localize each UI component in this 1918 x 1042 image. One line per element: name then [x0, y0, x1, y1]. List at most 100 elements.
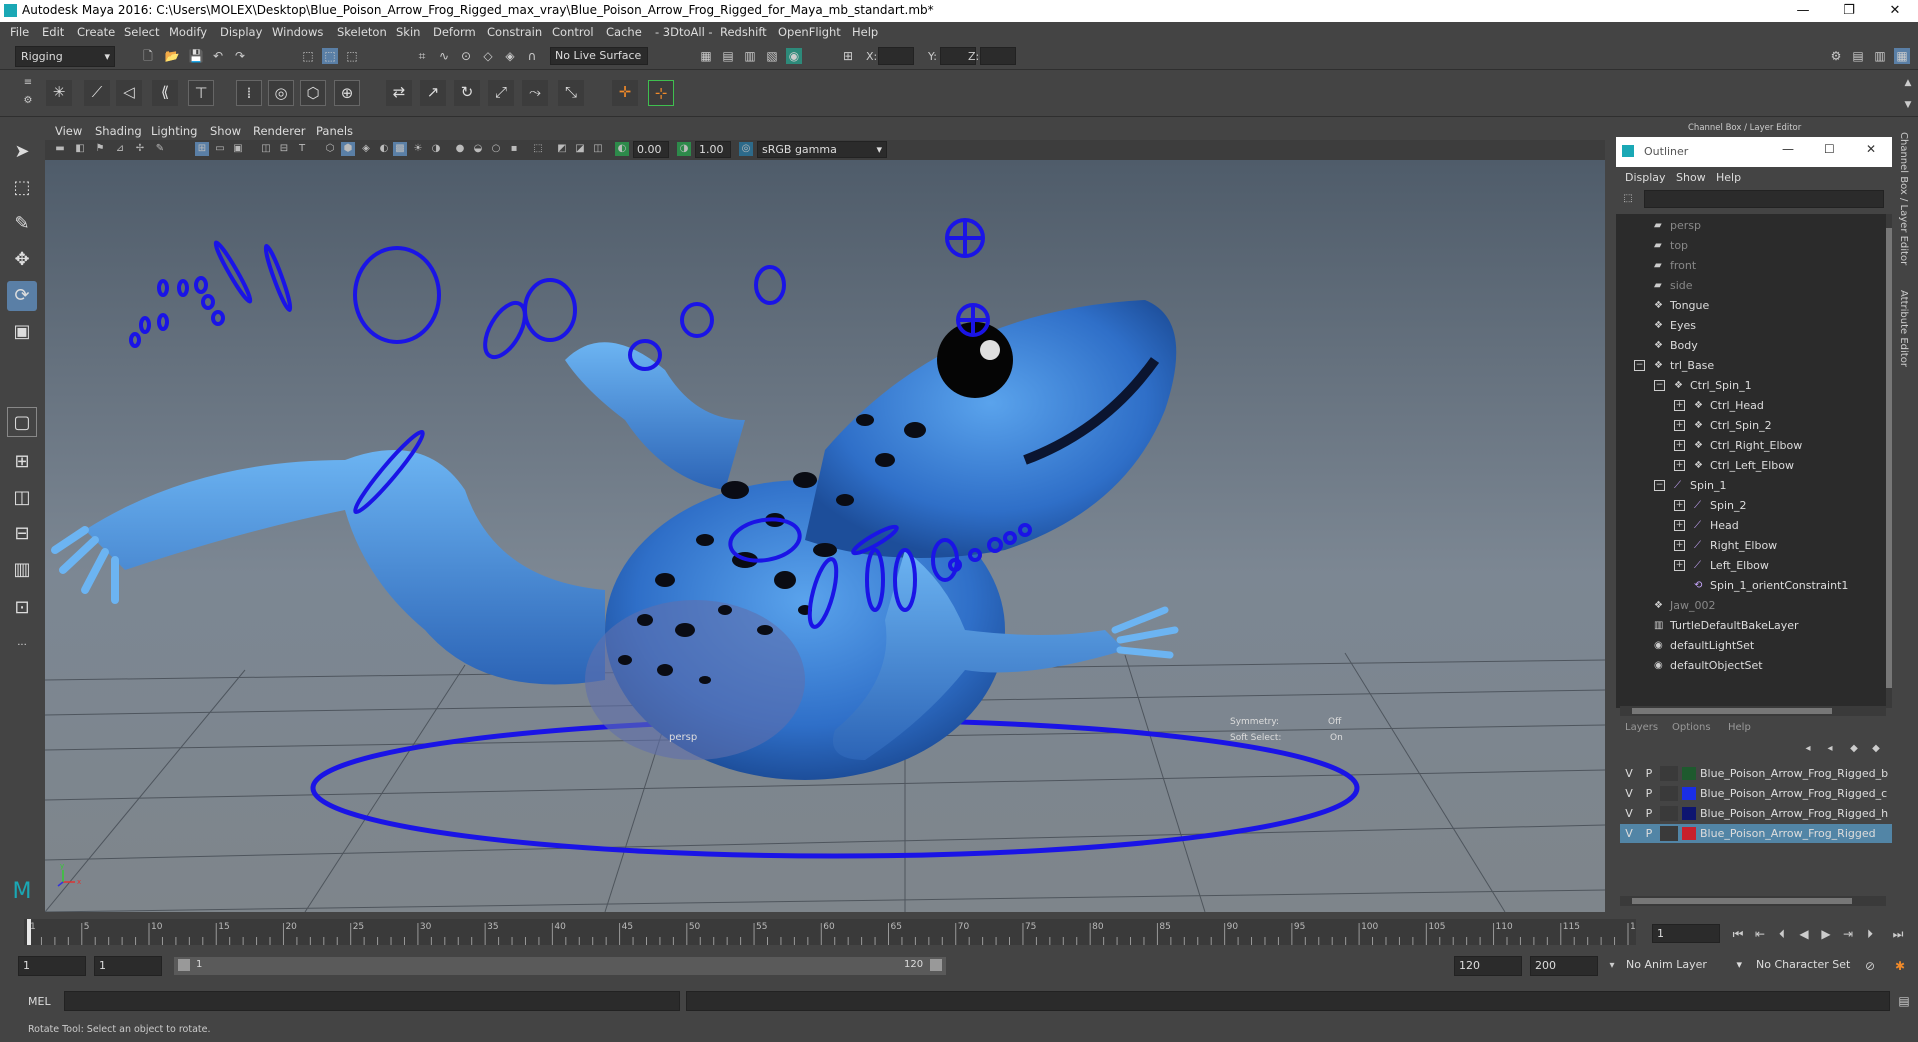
layer-color-swatch[interactable]	[1682, 807, 1696, 820]
vp-menu-lighting[interactable]: Lighting	[151, 124, 197, 138]
colorspace-dropdown[interactable]: sRGB gamma ▾	[757, 141, 887, 158]
menu-file[interactable]: File	[10, 25, 29, 39]
ik-handle-icon[interactable]: ⟋	[84, 80, 110, 106]
render-frame-icon[interactable]: ▤	[720, 48, 736, 64]
collapse-icon[interactable]: −	[1634, 360, 1645, 371]
undo-icon[interactable]: ↶	[210, 48, 226, 64]
screen-space-ao-icon[interactable]: ●	[453, 142, 467, 156]
outliner-item[interactable]: + ⟋ Right_Elbow	[1616, 536, 1886, 556]
layer-color-swatch[interactable]	[1682, 827, 1696, 840]
camera-attributes-icon[interactable]: ◧	[73, 142, 87, 156]
menu-modify[interactable]: Modify	[169, 25, 207, 39]
outliner-item[interactable]: ◉ defaultObjectSet	[1616, 656, 1886, 676]
menu-skeleton[interactable]: Skeleton	[337, 25, 387, 39]
layers-menu-options[interactable]: Options	[1672, 722, 1711, 733]
isolate-select-icon[interactable]: ⬚	[531, 142, 545, 156]
grease-pencil-icon[interactable]: ✎	[153, 142, 167, 156]
start-time-field[interactable]: 1	[18, 956, 86, 976]
step-back-key-icon[interactable]: ⇤	[1752, 926, 1768, 942]
xray-joints-icon[interactable]: ◪	[573, 142, 587, 156]
collapse-icon[interactable]: −	[1654, 480, 1665, 491]
outliner-horizontal-scrollbar[interactable]	[1620, 706, 1886, 716]
outliner-item[interactable]: ⟲ Spin_1_orientConstraint1	[1616, 576, 1886, 596]
transform-input-icon[interactable]: ⊞	[840, 48, 856, 64]
snap-curve-icon[interactable]: ∿	[436, 48, 452, 64]
outliner-item[interactable]: ❖ Eyes	[1616, 316, 1886, 336]
step-forward-key-icon[interactable]: ⇥	[1840, 926, 1856, 942]
mirror-joint-icon[interactable]: ⊤	[188, 80, 214, 106]
channel-box-toggle-icon[interactable]: ▦	[1894, 48, 1910, 64]
layout-options-icon[interactable]: ···	[7, 631, 37, 661]
gate-mask-icon[interactable]: ◫	[259, 142, 273, 156]
character-set-dropdown[interactable]: No Character Set	[1752, 956, 1872, 976]
menu-control[interactable]: Control	[552, 25, 594, 39]
film-gate-icon[interactable]: ▭	[213, 142, 227, 156]
step-back-frame-icon[interactable]: ⏴	[1774, 926, 1790, 942]
minimize-button[interactable]: —	[1780, 0, 1826, 22]
time-slider[interactable]: 1 5 10 15 20 25 30 35 40 45 50 55 60 65 70 75 80 85 90 95 10…	[0, 913, 1918, 947]
depth-of-field-icon[interactable]: ▪	[507, 142, 521, 156]
move-layer-up-icon[interactable]: ◂	[1800, 741, 1816, 757]
redo-icon[interactable]: ↷	[232, 48, 248, 64]
layer-playback-toggle[interactable]: P	[1640, 784, 1658, 803]
play-backwards-icon[interactable]: ◀	[1796, 926, 1812, 942]
close-button[interactable]: ✕	[1872, 0, 1918, 22]
expand-icon[interactable]: +	[1674, 460, 1685, 471]
animation-prefs-icon[interactable]: ✱	[1892, 958, 1908, 974]
menu-display[interactable]: Display	[220, 25, 262, 39]
modeling-toolkit-icon[interactable]: ⚙	[1828, 48, 1844, 64]
shelf-menu-icon[interactable]: ≡	[20, 75, 36, 91]
layer-visibility-toggle[interactable]: V	[1620, 824, 1638, 843]
attribute-editor-tab[interactable]: Attribute Editor	[1898, 290, 1909, 367]
chevron-down-icon[interactable]: ▾	[1604, 958, 1620, 974]
two-d-pan-icon[interactable]: ✢	[133, 142, 147, 156]
layers-menu-layers[interactable]: Layers	[1625, 722, 1658, 733]
script-editor-icon[interactable]: ▤	[1896, 993, 1912, 1009]
layers-menu-help[interactable]: Help	[1728, 722, 1751, 733]
textured-icon[interactable]: ▩	[393, 142, 407, 156]
custom-layout-icon[interactable]: ▥	[7, 555, 37, 585]
menu-constrain[interactable]: Constrain	[487, 25, 542, 39]
auto-key-icon[interactable]: ⊘	[1862, 958, 1878, 974]
lasso-tool-icon[interactable]: ⬚	[7, 173, 37, 203]
menu-deform[interactable]: Deform	[433, 25, 476, 39]
range-slider-bar[interactable]: 1 120	[174, 957, 946, 975]
hik-icon[interactable]: ⊹	[648, 80, 674, 106]
outliner-item[interactable]: + ❖ Ctrl_Spin_2	[1616, 416, 1886, 436]
hypershade-layout-icon[interactable]: ⊡	[7, 593, 37, 623]
save-scene-icon[interactable]: 💾	[188, 48, 204, 64]
outliner-item[interactable]: ❖ Tongue	[1616, 296, 1886, 316]
display-layer-row[interactable]: V P Blue_Poison_Arrow_Frog_Rigged_h	[1620, 804, 1892, 823]
persp-outliner-layout-icon[interactable]: ◫	[7, 483, 37, 513]
ik-spline-icon[interactable]: ◁	[116, 80, 142, 106]
locator-icon[interactable]: ✛	[612, 80, 638, 106]
ipr-render-icon[interactable]: ▥	[742, 48, 758, 64]
hypershade-icon[interactable]: ◉	[786, 48, 802, 64]
select-object-icon[interactable]: ⬚	[322, 48, 338, 64]
anim-layer-dropdown[interactable]: No Anim Layer ▾	[1622, 956, 1742, 976]
outliner-close-button[interactable]: ✕	[1866, 142, 1876, 156]
image-plane-icon[interactable]: ⊿	[113, 142, 127, 156]
menu-edit[interactable]: Edit	[42, 25, 64, 39]
grid-icon[interactable]: ⊞	[195, 142, 209, 156]
gamma-icon[interactable]: ◑	[677, 142, 691, 156]
menu-set-dropdown[interactable]: Rigging ▾	[15, 46, 115, 67]
outliner-item[interactable]: + ❖ Ctrl_Right_Elbow	[1616, 436, 1886, 456]
snap-surface-icon[interactable]: ◈	[502, 48, 518, 64]
select-camera-icon[interactable]: ▬	[53, 142, 67, 156]
layer-display-type-toggle[interactable]	[1660, 806, 1678, 821]
outliner-search-input[interactable]	[1644, 190, 1884, 208]
expand-icon[interactable]: +	[1674, 520, 1685, 531]
aim-constraint-icon[interactable]: ↗	[420, 80, 446, 106]
pole-vector-icon[interactable]: ⤡	[558, 80, 584, 106]
outliner-item[interactable]: + ⟋ Left_Elbow	[1616, 556, 1886, 576]
graph-layout-icon[interactable]: ⊟	[7, 519, 37, 549]
display-layer-row[interactable]: V P Blue_Poison_Arrow_Frog_Rigged_b	[1620, 764, 1892, 783]
expand-icon[interactable]: +	[1674, 400, 1685, 411]
go-to-end-icon[interactable]: ⏭	[1890, 926, 1906, 942]
outliner-scroll-thumb[interactable]	[1632, 708, 1832, 714]
layer-display-type-toggle[interactable]	[1660, 826, 1678, 841]
outliner-item[interactable]: ❖ Body	[1616, 336, 1886, 356]
menu-redshift[interactable]: Redshift	[720, 25, 767, 39]
outliner-item[interactable]: + ⟋ Spin_2	[1616, 496, 1886, 516]
